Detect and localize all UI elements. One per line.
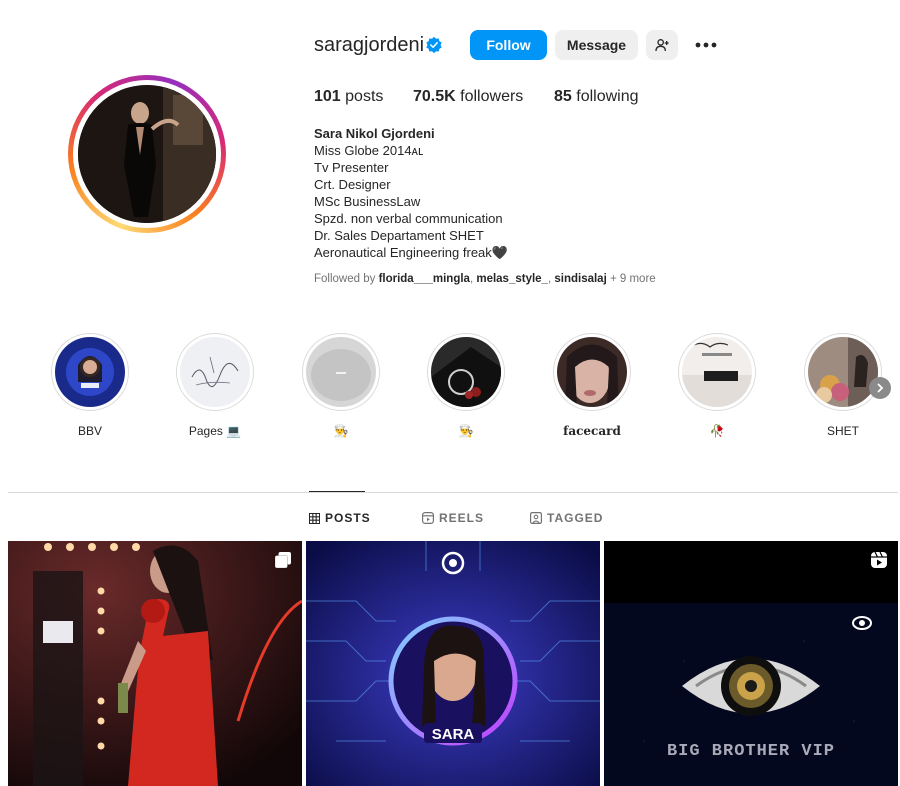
post-image	[8, 541, 302, 786]
profile-avatar[interactable]	[68, 75, 226, 233]
highlight-facecard[interactable]: facecard	[552, 333, 632, 438]
followed-by[interactable]: Followed by florida___mingla, melas_styl…	[314, 273, 656, 285]
posts-count: 101 posts	[314, 88, 384, 105]
tab-tagged[interactable]: TAGGED	[530, 511, 603, 525]
highlight-chef-2[interactable]: 👨‍🍳	[426, 333, 506, 438]
highlight-chef-1[interactable]: 👨‍🍳	[301, 333, 381, 438]
more-icon	[695, 42, 717, 48]
highlight-label: facecard	[563, 424, 621, 438]
message-button[interactable]: Message	[555, 30, 638, 60]
highlight-label: 👨‍🍳	[458, 424, 474, 438]
avatar-image	[78, 85, 216, 223]
following-count[interactable]: 85 following	[554, 88, 639, 106]
highlight-cover	[431, 337, 501, 407]
tagged-icon	[530, 512, 542, 524]
highlight-cover	[180, 337, 250, 407]
suggest-user-button[interactable]	[646, 30, 678, 60]
post-tile-2[interactable]: SARA	[306, 541, 600, 786]
highlight-rose[interactable]: 🥀	[677, 333, 757, 438]
full-name: Sara Nikol Gjordeni	[314, 126, 435, 141]
highlight-cover	[557, 337, 627, 407]
carousel-icon	[274, 552, 291, 569]
highlight-bbv[interactable]: BBV	[50, 333, 130, 438]
mutual-follower[interactable]: florida___mingla	[379, 273, 470, 285]
reels-icon	[871, 551, 887, 568]
bio-line: Spzd. non verbal communication	[314, 211, 503, 226]
bio-line: MSc BusinessLaw	[314, 194, 421, 209]
highlight-pages[interactable]: Pages 💻	[175, 333, 255, 438]
bio-line: Crt. Designer	[314, 177, 391, 192]
more-options-button[interactable]	[690, 30, 722, 60]
follow-button[interactable]: Follow	[470, 30, 547, 60]
highlight-cover	[55, 337, 125, 407]
profile-username: saragjordeni	[314, 34, 425, 56]
tab-posts[interactable]: POSTS	[309, 511, 371, 525]
post-tile-3[interactable]: BIG BROTHER VIP	[604, 541, 898, 786]
post-image: SARA	[306, 541, 600, 786]
bio-line: Tv Presenter	[314, 160, 389, 175]
highlight-cover	[306, 337, 376, 407]
highlight-label: 🥀	[709, 424, 725, 438]
highlights-next-button[interactable]	[869, 377, 891, 399]
highlight-label: 👨‍🍳	[333, 424, 349, 438]
mutual-follower[interactable]: sindisalaj	[554, 273, 606, 285]
highlight-label: Pages 💻	[188, 424, 242, 438]
tabs-divider	[8, 492, 898, 493]
post-tile-1[interactable]	[8, 541, 302, 786]
grid-icon	[309, 512, 320, 524]
post-caption: SARA	[432, 726, 475, 743]
highlight-label: SHET	[826, 424, 859, 438]
chevron-right-icon	[877, 383, 884, 393]
post-caption: BIG BROTHER VIP	[667, 742, 835, 761]
profile-bio: Sara Nikol Gjordeni Miss Globe 2014ᴀʟ Tv…	[314, 125, 508, 261]
highlight-cover	[808, 337, 878, 407]
post-image: BIG BROTHER VIP	[604, 541, 898, 786]
highlight-label: BBV	[77, 424, 102, 438]
followers-count[interactable]: 70.5K followers	[413, 88, 523, 106]
highlight-cover	[682, 337, 752, 407]
mutual-follower[interactable]: melas_style_	[476, 273, 548, 285]
bio-line: Dr. Sales Departament SHET	[314, 228, 484, 243]
bio-line: Miss Globe 2014ᴀʟ	[314, 143, 424, 158]
tab-reels[interactable]: REELS	[422, 511, 484, 525]
bio-line: Aeronautical Engineering freak🖤	[314, 245, 508, 260]
reels-icon	[422, 512, 434, 524]
add-user-icon	[655, 39, 669, 52]
active-tab-indicator	[309, 491, 365, 492]
verified-badge-icon	[426, 36, 442, 54]
